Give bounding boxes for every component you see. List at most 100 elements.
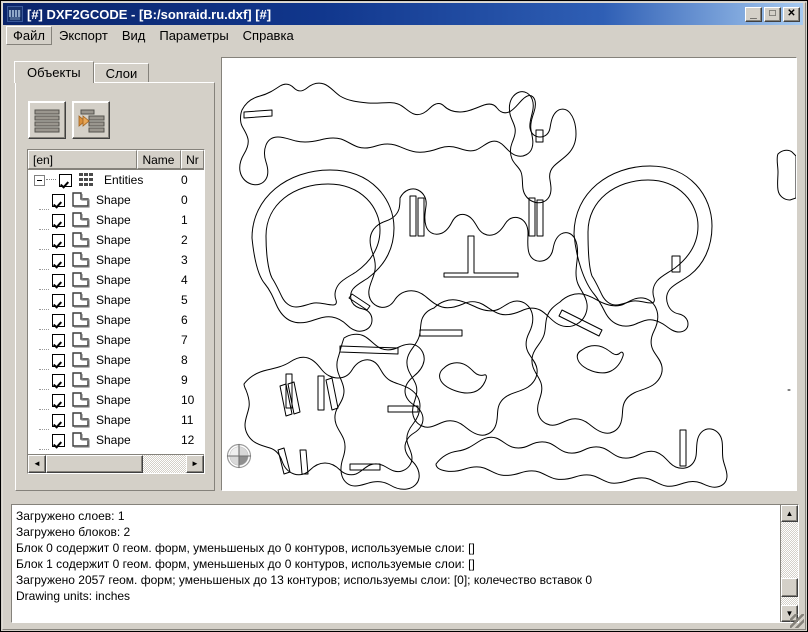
shape-path-3 <box>574 166 712 332</box>
tree-row-shape[interactable]: Shape9 <box>28 370 204 390</box>
shape-checkbox[interactable] <box>52 214 65 227</box>
tree-row-shape[interactable]: Shape0 <box>28 190 204 210</box>
scroll-left-button[interactable]: ◄ <box>28 455 46 473</box>
tree-row-number: 1 <box>181 213 188 227</box>
window-title: [#] DXF2GCODE - [B:/sonraid.ru.dxf] [#] <box>27 7 745 22</box>
panel-toolbar <box>28 101 110 139</box>
slot-8a <box>559 310 602 336</box>
slot-5c <box>350 464 380 470</box>
column-name[interactable]: Name <box>137 150 181 169</box>
shape-icon <box>70 272 92 288</box>
shape-icon <box>70 332 92 348</box>
shape-checkbox[interactable] <box>52 294 65 307</box>
shape-checkbox[interactable] <box>52 414 65 427</box>
shape-icon <box>70 372 92 388</box>
list-flat-icon <box>34 108 62 134</box>
title-bar[interactable]: [#] DXF2GCODE - [B:/sonraid.ru.dxf] [#] … <box>3 3 803 25</box>
shape-path-9 <box>436 429 727 487</box>
shape-icon <box>70 192 92 208</box>
main-area: ОбъектыСлои <box>5 47 803 500</box>
shape-icon <box>70 412 92 428</box>
origin-axes-icon <box>227 444 251 468</box>
tree-row-shape[interactable]: Shape1 <box>28 210 204 230</box>
shape-checkbox[interactable] <box>52 314 65 327</box>
log-line: Загружено блоков: 2 <box>16 524 776 540</box>
slot-4c <box>529 198 535 236</box>
shape-checkbox[interactable] <box>52 234 65 247</box>
tree-row-number: 12 <box>181 433 194 447</box>
menu-export[interactable]: Экспорт <box>52 26 115 45</box>
tree-row-number: 3 <box>181 253 188 267</box>
close-icon: ✕ <box>784 8 799 21</box>
tab-layers[interactable]: Слои <box>94 63 150 83</box>
minimize-button[interactable]: _ <box>745 7 762 22</box>
tree-row-label: Shape <box>96 433 131 447</box>
collapse-all-button[interactable] <box>28 101 66 139</box>
shape-icon <box>70 352 92 368</box>
tree-row-label: Shape <box>96 393 131 407</box>
tree-row-shape[interactable]: Shape 4 <box>28 270 204 290</box>
shape-checkbox[interactable] <box>52 274 65 287</box>
tab-objects[interactable]: Объекты <box>14 61 94 83</box>
collapse-toggle-icon[interactable] <box>34 175 45 186</box>
shape-checkbox[interactable] <box>52 194 65 207</box>
panel-tab-body: [en] Name Nr <box>15 82 215 491</box>
tree-row-label: Shape <box>96 193 131 207</box>
shape-icon <box>70 252 92 268</box>
objects-panel: ОбъектыСлои <box>15 61 215 491</box>
tree-row-shape[interactable]: Shape8 <box>28 350 204 370</box>
menu-parameters[interactable]: Параметры <box>152 26 235 45</box>
shape-icon <box>70 432 92 448</box>
tree-horizontal-scrollbar[interactable]: ◄ ► <box>28 454 204 473</box>
tree-row-number: 4 <box>181 273 188 287</box>
scroll-up-button[interactable]: ▲ <box>781 505 798 522</box>
tree-row-shape[interactable]: Shape10 <box>28 390 204 410</box>
tree-row-shape[interactable]: Shape7 <box>28 330 204 350</box>
shape-checkbox[interactable] <box>52 254 65 267</box>
shape-path-6 <box>244 357 420 475</box>
log-text: Загружено слоев: 1Загружено блоков: 2Бло… <box>12 505 780 622</box>
tree-row-shape[interactable]: Shape 12 <box>28 430 204 450</box>
tree-row-shape[interactable]: Shape2 <box>28 230 204 250</box>
shape-checkbox[interactable] <box>52 434 65 447</box>
log-line: Загружено слоев: 1 <box>16 508 776 524</box>
expand-all-button[interactable] <box>72 101 110 139</box>
tree-row-label: Shape <box>96 273 131 287</box>
shape-checkbox[interactable] <box>52 354 65 367</box>
tree-row-shape[interactable]: Shape5 <box>28 290 204 310</box>
menu-file[interactable]: Файл <box>6 26 52 45</box>
close-button[interactable]: ✕ <box>783 7 800 22</box>
entities-checkbox[interactable] <box>59 174 72 187</box>
column-nr[interactable]: Nr <box>181 150 204 169</box>
shape-checkbox[interactable] <box>52 374 65 387</box>
vscroll-track[interactable] <box>781 522 798 605</box>
log-console[interactable]: Загружено слоев: 1Загружено блоков: 2Бло… <box>11 504 799 623</box>
scroll-right-button[interactable]: ► <box>186 455 204 473</box>
log-line: Загружено 2057 геом. форм; уменьшеных до… <box>16 572 776 588</box>
menu-help[interactable]: Справка <box>236 26 301 45</box>
tree-row-shape[interactable]: Shape3 <box>28 250 204 270</box>
arrow-down-icon: ▼ <box>782 606 797 621</box>
scroll-down-button[interactable]: ▼ <box>781 605 798 622</box>
column-enabled[interactable]: [en] <box>28 150 137 169</box>
hscroll-track[interactable] <box>46 455 186 473</box>
menu-view[interactable]: Вид <box>115 26 153 45</box>
shape-icon <box>70 312 92 328</box>
slot-9a <box>680 430 686 466</box>
application-window: [#] DXF2GCODE - [B:/sonraid.ru.dxf] [#] … <box>0 0 808 632</box>
tree-row-shape[interactable]: Shape6 <box>28 310 204 330</box>
maximize-button[interactable]: □ <box>764 7 781 22</box>
entities-grid-icon <box>77 172 99 188</box>
hscroll-thumb[interactable] <box>46 455 143 473</box>
slot-7a <box>420 330 462 336</box>
tree-row-shape[interactable]: Shape11 <box>28 410 204 430</box>
tree-row-entities[interactable]: Entities 0 <box>28 170 204 190</box>
objects-tree[interactable]: [en] Name Nr <box>27 149 205 474</box>
shape-checkbox[interactable] <box>52 394 65 407</box>
drawing-canvas[interactable] <box>221 57 797 491</box>
shape-path-0 <box>240 83 536 185</box>
shape-icon <box>70 212 92 228</box>
vscroll-thumb[interactable] <box>781 578 798 597</box>
shape-checkbox[interactable] <box>52 334 65 347</box>
log-vertical-scrollbar[interactable]: ▲ ▼ <box>780 505 798 622</box>
